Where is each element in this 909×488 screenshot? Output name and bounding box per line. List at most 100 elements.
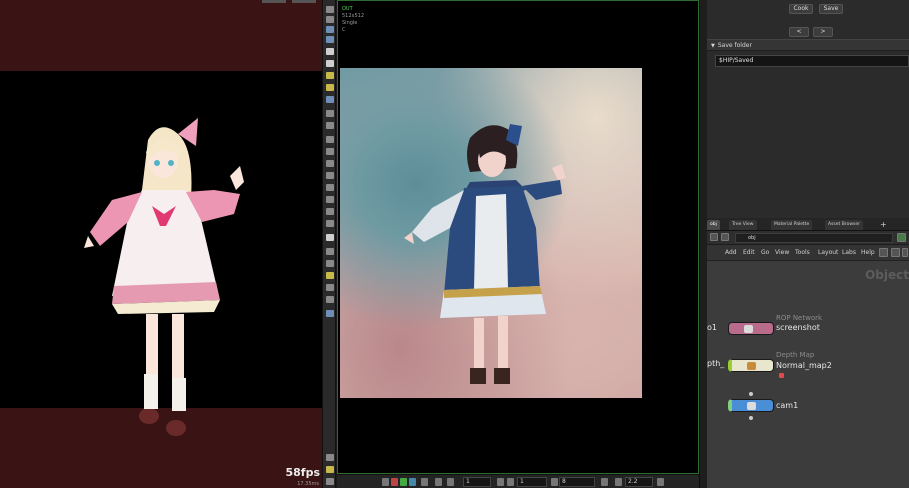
frame-start-field[interactable]: 1 <box>463 477 491 487</box>
render-statusbar: 1 1 8 2.2 <box>337 474 699 488</box>
pose-tool-icon[interactable] <box>326 16 334 23</box>
add-tab-icon[interactable]: + <box>877 220 890 230</box>
flag-tool-icon[interactable] <box>326 172 334 179</box>
render-channel: C <box>342 27 346 33</box>
network-context-title: Object <box>865 268 909 282</box>
axis-tool-icon[interactable] <box>326 296 334 303</box>
save-button[interactable]: Save <box>819 4 843 14</box>
tab-tree-view[interactable]: Tree View <box>729 220 757 230</box>
tab-asset-browser[interactable]: Asset Browser <box>825 220 863 230</box>
play-icon[interactable] <box>400 478 407 486</box>
wrench-icon[interactable] <box>879 248 888 257</box>
node-input-dot[interactable] <box>749 392 753 396</box>
tab-obj[interactable]: obj <box>707 220 720 230</box>
node-normal-map2[interactable] <box>728 359 774 372</box>
display-tool-icon[interactable] <box>326 60 334 67</box>
gamma-icon[interactable] <box>615 478 622 486</box>
save-folder-section[interactable]: ▼ Save folder <box>707 39 909 51</box>
light-tool-icon[interactable] <box>326 48 334 55</box>
bulb-tool-icon[interactable] <box>326 72 334 79</box>
scene-viewport[interactable]: 58fps 17.35ms <box>0 0 322 488</box>
next-button[interactable]: > <box>813 27 833 37</box>
render-resolution: 512x512 <box>342 13 365 19</box>
save-folder-field[interactable]: $HIP/Saved <box>715 55 909 67</box>
snap-tool-icon[interactable] <box>326 96 334 103</box>
samples-icon[interactable] <box>551 478 558 486</box>
shade-tool-icon[interactable] <box>326 272 334 279</box>
sphere-tool-icon[interactable] <box>326 248 334 255</box>
cook-button[interactable]: Cook <box>789 4 813 14</box>
viewport-tool-icon[interactable] <box>326 310 334 317</box>
node-cam1[interactable] <box>728 399 774 412</box>
frame-time-readout: 17.35ms <box>297 481 319 487</box>
audio-tool-icon[interactable] <box>326 184 334 191</box>
fit-icon[interactable] <box>447 478 454 486</box>
group-tool-icon[interactable] <box>326 220 334 227</box>
view-tool-icon[interactable] <box>326 26 334 33</box>
network-path-field[interactable]: obj <box>735 233 893 243</box>
network-editor[interactable]: obj Tree View Material Palette Asset Bro… <box>707 218 909 488</box>
bulb-tool-icon[interactable] <box>326 84 334 91</box>
viewport-toolbar <box>322 0 336 488</box>
node-type-label: Depth Map <box>776 351 815 359</box>
parameters-panel: Cook Save < > ▼ Save folder $HIP/Saved <box>707 0 909 218</box>
magnet-tool-icon[interactable] <box>326 136 334 143</box>
pin-network-icon[interactable] <box>897 233 906 242</box>
forward-icon[interactable] <box>721 233 729 241</box>
node-type-label: ROP Network <box>776 314 823 322</box>
network-menubar: Add Edit Go View Tools Layout Labs Help <box>707 245 909 261</box>
exposure-icon[interactable] <box>497 478 504 486</box>
node-output-dot[interactable] <box>749 416 753 420</box>
grid-tool-icon[interactable] <box>326 208 334 215</box>
compare-icon[interactable] <box>657 478 664 486</box>
brush-tool-icon[interactable] <box>326 110 334 117</box>
zoom-icon[interactable] <box>435 478 442 486</box>
handle-tool-icon[interactable] <box>326 122 334 129</box>
network-tabs: obj Tree View Material Palette Asset Bro… <box>707 218 909 231</box>
tab-material-palette[interactable]: Material Palette <box>771 220 813 230</box>
lut-icon[interactable] <box>601 478 608 486</box>
box-tool-icon[interactable] <box>326 234 334 241</box>
frame-end-field[interactable]: 1 <box>517 477 547 487</box>
transform-tool-icon[interactable] <box>326 284 334 291</box>
menu-help[interactable]: Help <box>861 249 875 257</box>
info-icon[interactable] <box>326 454 334 461</box>
menu-go[interactable]: Go <box>761 249 769 257</box>
node-offscreen-label: pth_ <box>707 359 725 368</box>
menu-add[interactable]: Add <box>725 249 737 257</box>
gamma-field[interactable]: 2.2 <box>625 477 653 487</box>
script-tool-icon[interactable] <box>326 196 334 203</box>
save-folder-label: Save folder <box>717 42 752 49</box>
menu-view[interactable]: View <box>775 249 789 257</box>
grid-icon[interactable] <box>891 248 900 257</box>
lock-icon <box>779 373 784 378</box>
prev-button[interactable]: < <box>789 27 809 37</box>
samples-field[interactable]: 8 <box>559 477 595 487</box>
render-icon[interactable] <box>382 478 389 486</box>
pane-divider[interactable] <box>699 0 707 488</box>
camera-tool-icon[interactable] <box>326 36 334 43</box>
menu-tools[interactable]: Tools <box>795 249 810 257</box>
settings-icon[interactable] <box>902 248 908 257</box>
channel-icon[interactable] <box>409 478 416 486</box>
node-screenshot[interactable] <box>728 322 774 335</box>
layout-icon[interactable] <box>326 466 334 473</box>
select-tool-icon[interactable] <box>326 6 334 13</box>
contrast-icon[interactable] <box>507 478 514 486</box>
wire-tool-icon[interactable] <box>326 260 334 267</box>
measure-tool-icon[interactable] <box>326 160 334 167</box>
menu-edit[interactable]: Edit <box>743 249 755 257</box>
pin-icon[interactable] <box>326 478 334 485</box>
menu-layout[interactable]: Layout <box>818 249 838 257</box>
render-view[interactable]: OUT 512x512 Single C <box>337 0 699 474</box>
depth-map-icon <box>747 362 756 370</box>
back-icon[interactable] <box>710 233 718 241</box>
app-window: 58fps 17.35ms OUT 512x512 Single C 1 1 8… <box>0 0 909 488</box>
collapse-arrow-icon: ▼ <box>711 43 715 49</box>
node-name-label: Normal_map2 <box>776 361 832 370</box>
record-icon[interactable] <box>391 478 398 486</box>
snapshot-icon[interactable] <box>421 478 428 486</box>
node-offscreen-label: o1 <box>707 323 717 332</box>
pen-tool-icon[interactable] <box>326 148 334 155</box>
menu-labs[interactable]: Labs <box>842 249 856 257</box>
